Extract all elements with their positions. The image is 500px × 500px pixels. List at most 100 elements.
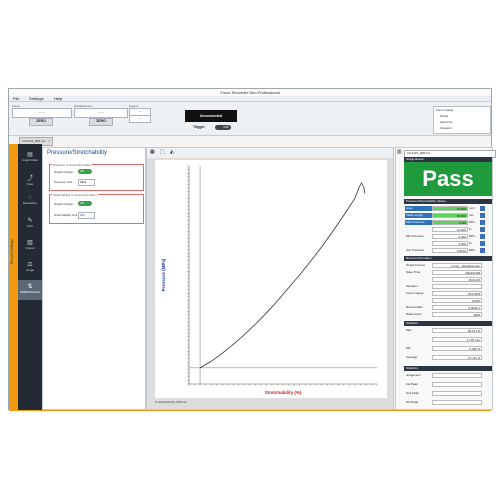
- result-row: Judgement: [404, 373, 492, 379]
- record-settings-strip[interactable]: Record Settings: [9, 144, 18, 410]
- nav-item-graph-data[interactable]: ▤ Graph Data: [18, 148, 42, 168]
- displacement-display: -- --: [74, 108, 128, 118]
- result-row-value: 2024/11/28: [432, 270, 482, 275]
- result-row-value: 4006: [432, 312, 482, 317]
- result-row-unit: MPa: [469, 234, 475, 238]
- result-row-value: 4.770 mm: [432, 337, 482, 342]
- result-row-label: Average: [406, 355, 418, 359]
- info-force-gauge: Force Gauge: [436, 108, 454, 112]
- chart-area: ▦ ⬚ ◭ Pressure (MPa) Stretchability (%) C…: [146, 147, 394, 410]
- result-row-label: Max: [406, 328, 412, 332]
- stretch-unit-select[interactable]: (%): [78, 212, 95, 219]
- result-row-value: ZTA-50N: [432, 291, 482, 296]
- result-row: Area 10.000 mm²: [404, 206, 492, 212]
- tab-file-label: CILILDS_008.csv: [22, 139, 46, 143]
- check-icon[interactable]: [480, 213, 485, 218]
- check-icon[interactable]: [480, 241, 485, 246]
- result-row-value: [432, 400, 482, 405]
- result-row-value: 0.0005 s: [432, 305, 482, 310]
- info-serial: Serial No.: [440, 120, 454, 124]
- check-icon[interactable]: [480, 206, 485, 211]
- result-row-label: Area: [405, 206, 432, 211]
- grid-icon[interactable]: ▥: [397, 149, 402, 155]
- result-row-value: 50.000: [432, 213, 468, 218]
- result-row-label: Graph Format: [406, 263, 425, 267]
- y-axis-label: Pressure (MPa): [161, 258, 166, 291]
- result-row-label: [405, 277, 432, 282]
- stretch-unit-label: Stretchability Unit: [54, 213, 78, 217]
- result-row-value: 41.600: [432, 227, 468, 232]
- result-row-label: 3rd Peak: [406, 400, 419, 404]
- result-row-value: 0.000: [432, 241, 468, 246]
- result-row: Operator: [404, 284, 492, 290]
- trigger-label: Trigger: [193, 125, 205, 129]
- graph-tool-icon[interactable]: ▦: [150, 149, 155, 155]
- result-row-label: [405, 227, 432, 232]
- result-row: 41.600%: [404, 227, 492, 233]
- result-row: Graph Format Force - Displacement: [404, 263, 492, 269]
- toolbar: Force -- -- ZERO Displacement -- -- ZERO…: [9, 102, 491, 136]
- stretch-info-group: Stretchability or Area Information Graph…: [49, 193, 144, 224]
- result-row-value: [432, 373, 482, 378]
- stress-strain-chart: Pressure (MPa) Stretchability (%): [155, 160, 387, 398]
- result-row: Min Pressure 0.000 MPa: [404, 234, 492, 240]
- result-row-unit: %: [469, 227, 472, 231]
- pressure-unit-select[interactable]: MPa: [78, 179, 95, 186]
- press-stretch-icon: ⇅: [27, 284, 33, 290]
- statistics-header: Statistics: [404, 321, 492, 326]
- result-row: Max Pressure 1.918 MPa: [404, 220, 492, 226]
- nav-item-label: Graph Data: [22, 158, 38, 162]
- pan-tool-icon[interactable]: ◭: [170, 149, 174, 155]
- nav-item-label: Output: [25, 246, 35, 250]
- pressure-values-header: Pressure/Stretchability Values: [404, 199, 492, 204]
- pressure-unit-label: Pressure Unit: [54, 180, 73, 184]
- stretch-group-label: Stretchability or Area Information: [52, 193, 98, 197]
- pressure-info-group: Pressure or Area Information Graph chang…: [49, 163, 144, 191]
- result-row-label: Data Count: [406, 312, 422, 316]
- nav-item-press-stretch[interactable]: ⇅ PRESS/Stretch: [18, 280, 42, 300]
- connection-status: Unconnected: [185, 110, 237, 122]
- nav-item-edit[interactable]: ✎ Edit: [18, 214, 42, 234]
- result-row: 3rd Peak: [404, 400, 492, 406]
- zoom-tool-icon[interactable]: ⬚: [160, 149, 165, 155]
- stretch-graph-change-toggle[interactable]: ON: [78, 201, 92, 206]
- result-row: 4.770 mm: [404, 337, 492, 343]
- record-info-header: Record Information: [404, 256, 492, 261]
- nav-item-judge[interactable]: ⚖ Judge: [18, 258, 42, 278]
- result-row-value: 0.000 N: [432, 346, 482, 351]
- output-icon: ▥: [27, 240, 33, 246]
- trigger-toggle[interactable]: OFF: [215, 124, 231, 130]
- check-icon[interactable]: [480, 248, 485, 253]
- nav-item-resolution[interactable]: ◌ Resolution: [18, 192, 42, 212]
- chart-file-path: C:\sel\CILILDS_008.csv: [155, 400, 187, 404]
- chart-toolbar: ▦ ⬚ ◭: [147, 148, 393, 158]
- check-icon[interactable]: [480, 220, 485, 225]
- results-panel: ▥ CILILDS_008.csv Judge Result Pass Pres…: [395, 147, 496, 410]
- result-row-value: [432, 382, 482, 387]
- force-zero-button[interactable]: ZERO: [29, 118, 53, 126]
- page-title: Pressure/Stretchability: [47, 150, 108, 156]
- check-icon[interactable]: [480, 234, 485, 239]
- nav-sidebar: ▤ Graph Data ⤴ View ◌ Resolution ✎ Edit ▥ Output ⚖…: [18, 144, 42, 410]
- result-row-label: Operator: [406, 284, 418, 288]
- result-row: Record Rate 0.0005 s: [404, 305, 492, 311]
- result-row-unit: %: [469, 241, 472, 245]
- nav-item-output[interactable]: ▥ Output: [18, 236, 42, 256]
- record-settings-label: Record Settings: [10, 239, 14, 264]
- result-row: Max 50.671 N: [404, 328, 492, 334]
- close-icon[interactable]: ×: [48, 139, 50, 143]
- result-row: Save Time 2024/11/28: [404, 270, 492, 276]
- result-row-label: [405, 241, 432, 246]
- result-row-label: Min: [406, 346, 411, 350]
- judge-result-badge: Pass: [404, 162, 492, 196]
- pressure-graph-change-toggle[interactable]: ON: [78, 169, 92, 174]
- window-title: Force Recorder Neo Professional: [9, 89, 491, 96]
- check-icon[interactable]: [480, 227, 485, 232]
- result-row: Min 0.000 N: [404, 346, 492, 352]
- nav-item-view[interactable]: ⤴ View: [18, 170, 42, 190]
- app-window: Force Recorder Neo Professional File Set…: [8, 88, 496, 411]
- result-row-label: [405, 298, 432, 303]
- result-row-label: Save Time: [406, 270, 421, 274]
- result-row-label: Initial Length: [405, 213, 432, 218]
- displacement-zero-button[interactable]: ZERO: [89, 118, 113, 126]
